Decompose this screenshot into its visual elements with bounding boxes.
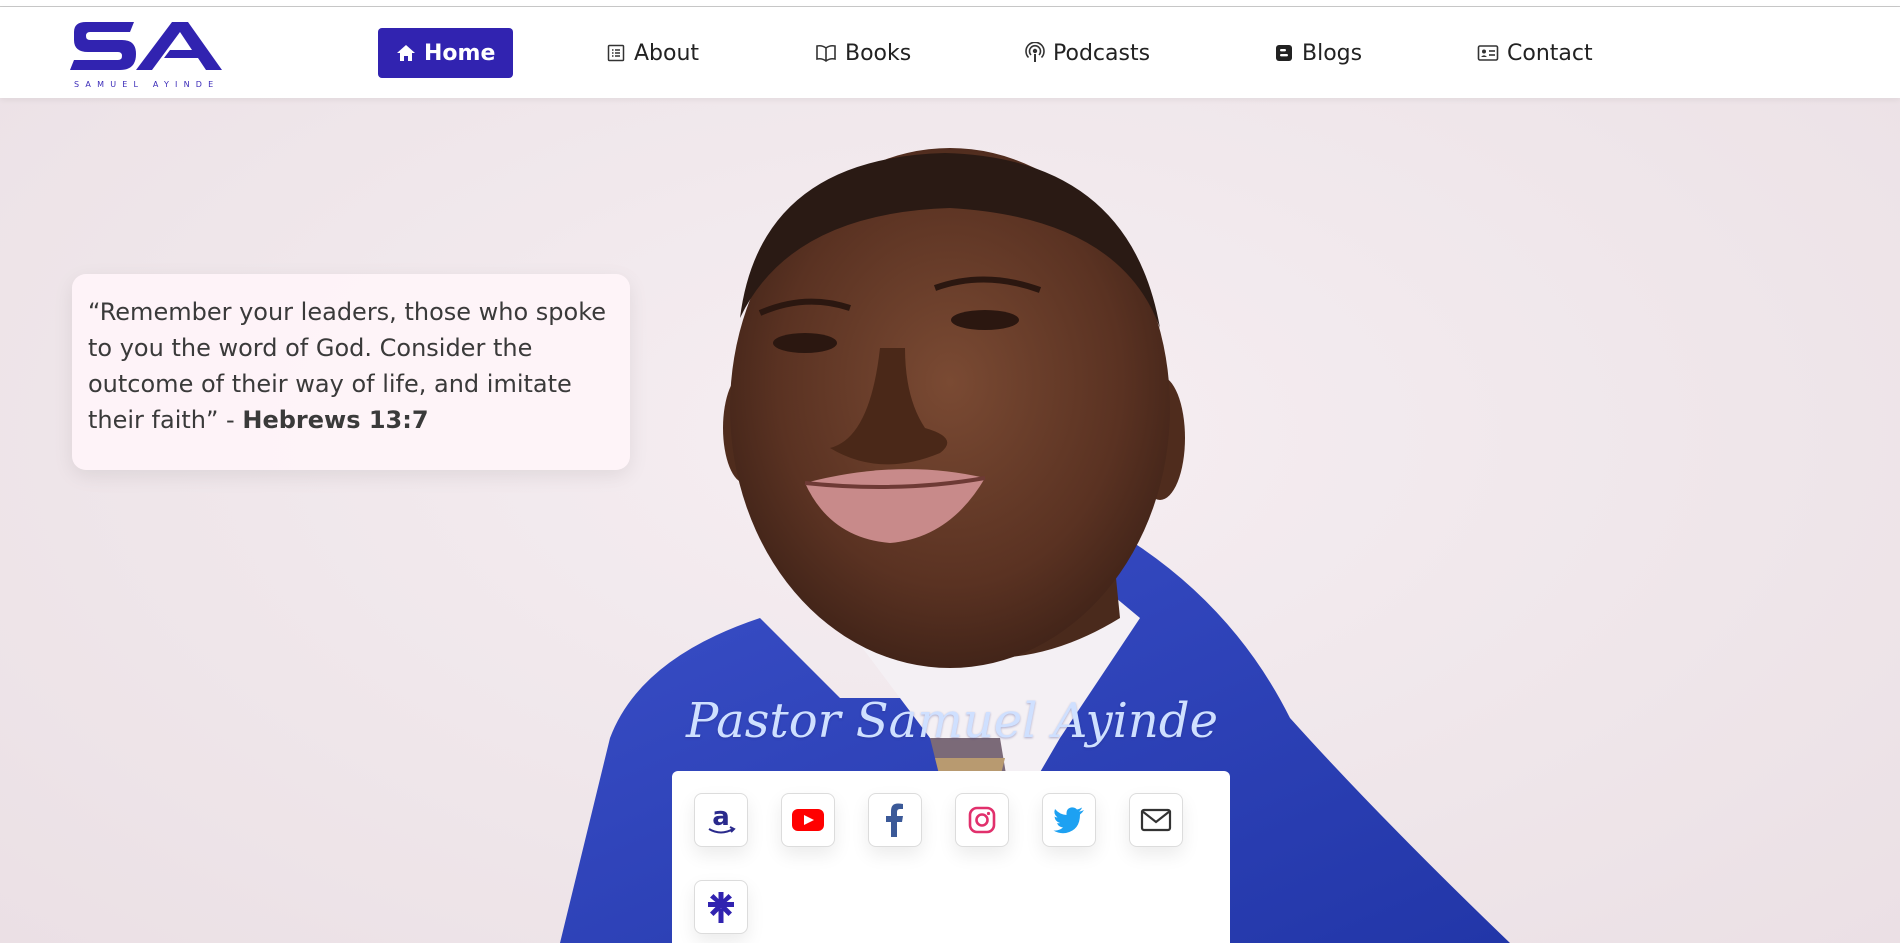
svg-text:a: a <box>712 803 730 832</box>
facebook-icon <box>886 803 903 837</box>
quote-reference: Hebrews 13:7 <box>242 406 429 434</box>
social-youtube-button[interactable] <box>781 793 835 847</box>
nav-podcasts[interactable]: Podcasts <box>1007 28 1168 78</box>
nav-books[interactable]: Books <box>797 28 929 78</box>
pastor-name-heading: Pastor Samuel Ayinde <box>686 693 1218 749</box>
nav-books-label: Books <box>845 40 912 66</box>
social-email-button[interactable] <box>1129 793 1183 847</box>
linktree-icon <box>708 892 734 923</box>
nav-blogs[interactable]: Blogs <box>1256 28 1380 78</box>
mail-icon <box>1140 808 1172 832</box>
social-instagram-button[interactable] <box>955 793 1009 847</box>
logo-subtitle: SAMUEL AYINDE <box>74 80 220 89</box>
home-icon <box>397 45 415 61</box>
podcast-icon <box>1025 42 1045 62</box>
nav-about[interactable]: About <box>588 28 717 78</box>
social-facebook-button[interactable] <box>868 793 922 847</box>
nav-podcasts-label: Podcasts <box>1053 40 1151 66</box>
youtube-icon <box>792 809 824 831</box>
social-amazon-button[interactable]: a <box>694 793 748 847</box>
nav-about-label: About <box>634 40 700 66</box>
contact-card-icon <box>1477 45 1499 61</box>
social-twitter-button[interactable] <box>1042 793 1096 847</box>
twitter-icon <box>1053 807 1084 834</box>
site-logo[interactable]: SAMUEL AYINDE <box>70 18 222 90</box>
social-linktree-button[interactable] <box>694 880 748 934</box>
site-header: SAMUEL AYINDE Home About Books Podcasts … <box>0 7 1900 98</box>
nav-home[interactable]: Home <box>378 28 514 78</box>
amazon-icon: a <box>708 803 736 834</box>
browser-top-border <box>0 0 1900 7</box>
nav-contact-label: Contact <box>1507 40 1593 66</box>
nav-blogs-label: Blogs <box>1302 40 1363 66</box>
social-links-card: a <box>672 771 1230 943</box>
sa-logo-mark <box>70 22 222 70</box>
nav-home-label: Home <box>424 40 496 66</box>
open-book-icon <box>816 44 836 62</box>
blogger-icon <box>1276 45 1292 61</box>
list-doc-icon <box>607 44 625 62</box>
scripture-quote-card: “Remember your leaders, those who spoke … <box>72 274 630 470</box>
instagram-icon <box>968 806 996 834</box>
nav-contact[interactable]: Contact <box>1459 28 1611 78</box>
